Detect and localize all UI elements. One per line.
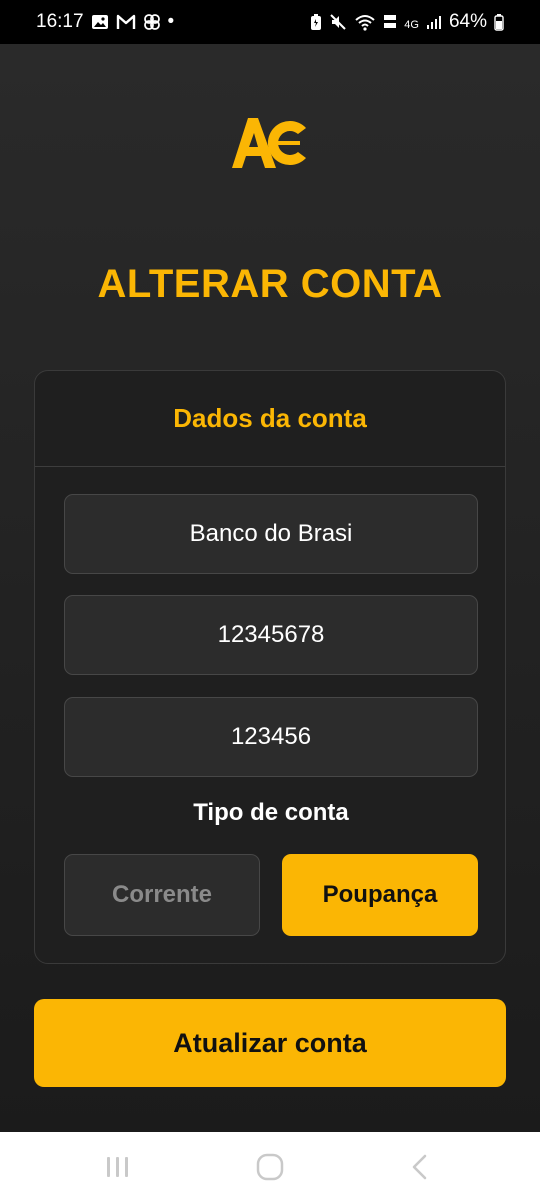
recent-apps-icon[interactable] bbox=[103, 1152, 133, 1182]
volte-icon bbox=[383, 13, 397, 31]
system-nav-bar bbox=[0, 1132, 540, 1200]
notification-dot: • bbox=[167, 11, 175, 32]
status-bar: 16:17 • 4G 64% bbox=[0, 0, 540, 44]
pinwheel-icon bbox=[143, 13, 161, 31]
update-account-label: Atualizar conta bbox=[173, 1027, 367, 1058]
back-icon[interactable] bbox=[405, 1152, 435, 1182]
mute-icon bbox=[329, 13, 347, 31]
bank-name-value: Banco do Brasi bbox=[189, 520, 353, 547]
account-type-label: Tipo de conta bbox=[193, 799, 349, 826]
agency-field[interactable]: 123456 bbox=[64, 697, 478, 777]
network-type-label: 4G bbox=[404, 19, 419, 31]
battery-saver-icon bbox=[310, 13, 322, 31]
account-type-corrente-button[interactable]: Corrente bbox=[64, 854, 260, 936]
corrente-label: Corrente bbox=[111, 881, 213, 908]
account-number-value: 12345678 bbox=[217, 621, 325, 648]
bank-name-field[interactable]: Banco do Brasi bbox=[64, 494, 478, 574]
signal-icon bbox=[426, 14, 442, 30]
app-screen: ALTERAR CONTA Dados da conta Banco do Br… bbox=[0, 44, 540, 1132]
account-data-card: Dados da conta Banco do Brasi 12345678 1… bbox=[34, 370, 506, 964]
account-type-poupanca-button[interactable]: Poupança bbox=[282, 854, 478, 936]
clock: 16:17 bbox=[36, 11, 84, 32]
status-bar-right: 4G 64% bbox=[310, 11, 504, 33]
gmail-icon bbox=[116, 14, 136, 30]
card-header: Dados da conta bbox=[35, 371, 505, 467]
battery-percent: 64% bbox=[448, 11, 487, 32]
account-number-field[interactable]: 12345678 bbox=[64, 595, 478, 675]
poupanca-label: Poupança bbox=[322, 881, 438, 908]
battery-icon bbox=[494, 13, 504, 31]
home-icon[interactable] bbox=[255, 1152, 285, 1182]
update-account-button[interactable]: Atualizar conta bbox=[34, 999, 506, 1087]
page-title: ALTERAR CONTA bbox=[97, 262, 443, 306]
gallery-icon bbox=[91, 14, 109, 30]
status-bar-left: 16:17 • bbox=[36, 11, 174, 33]
agency-value: 123456 bbox=[230, 723, 312, 750]
app-logo bbox=[230, 114, 310, 174]
wifi-icon bbox=[354, 13, 376, 31]
